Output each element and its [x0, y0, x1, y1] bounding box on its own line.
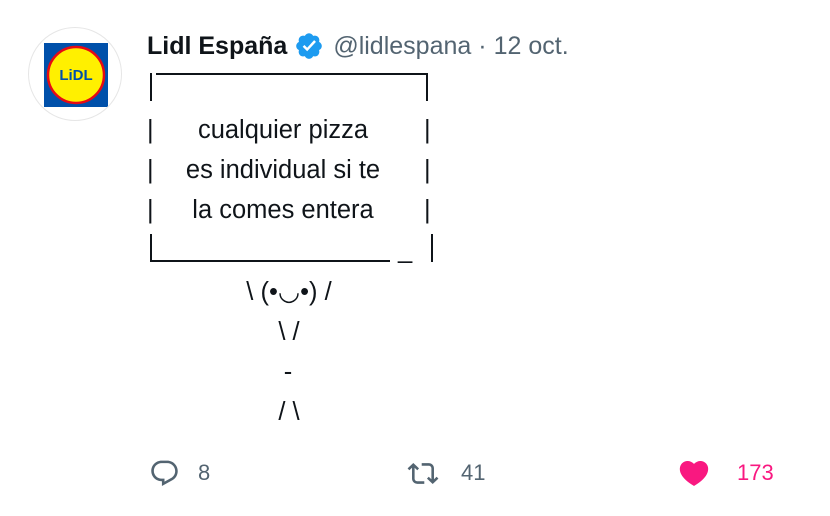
like-count: 173 [737, 460, 774, 485]
avatar-logo-text: LiDL [59, 67, 92, 84]
sign-text-line-3: la comes entera [192, 196, 374, 224]
sign-right-top-bar [426, 73, 428, 101]
sign-right-bar-3: | [424, 196, 431, 224]
sign-top-border [156, 73, 426, 75]
sign-bottom-border [152, 260, 390, 262]
reply-button[interactable]: 8 [149, 448, 210, 498]
sign-text-line-1: cualquier pizza [197, 116, 369, 144]
retweet-count: 41 [461, 460, 486, 485]
tweet-actions: 8 41 173 [0, 448, 830, 498]
retweet-icon [407, 462, 439, 484]
sign-bottom-underscore: _ [398, 236, 413, 264]
lidl-logo-icon: LiDL [44, 43, 108, 107]
sign-left-bar-1: | [147, 116, 154, 144]
reply-icon [151, 460, 178, 486]
tweet-date[interactable]: 12 oct. [494, 32, 569, 61]
author-handle[interactable]: @lidlespana [333, 32, 471, 61]
sign-text-line-2: es individual si te [185, 156, 381, 184]
sign-left-bottom-bar [150, 234, 152, 262]
figure-face: \ (•◡•) / [246, 278, 332, 306]
figure-waist: - [283, 358, 293, 386]
figure-arms: \ / [278, 318, 300, 346]
figure-legs: / \ [278, 398, 300, 426]
separator-dot: · [478, 31, 487, 60]
sign-left-bar-3: | [147, 196, 154, 224]
retweet-button[interactable]: 41 [403, 448, 485, 498]
avatar[interactable]: LiDL [28, 27, 122, 121]
reply-count: 8 [198, 460, 211, 485]
sign-left-bar-2: | [147, 156, 154, 184]
sign-right-bottom-bar [431, 234, 433, 262]
heart-icon [679, 460, 709, 486]
tweet-header: Lidl España @lidlespana · 12 oct. [147, 29, 569, 63]
like-button[interactable]: 173 [676, 448, 774, 498]
verified-badge-icon [294, 31, 324, 61]
sign-right-bar-1: | [424, 116, 431, 144]
sign-left-top-bar [150, 73, 152, 101]
author-name[interactable]: Lidl España [147, 32, 287, 61]
sign-right-bar-2: | [424, 156, 431, 184]
